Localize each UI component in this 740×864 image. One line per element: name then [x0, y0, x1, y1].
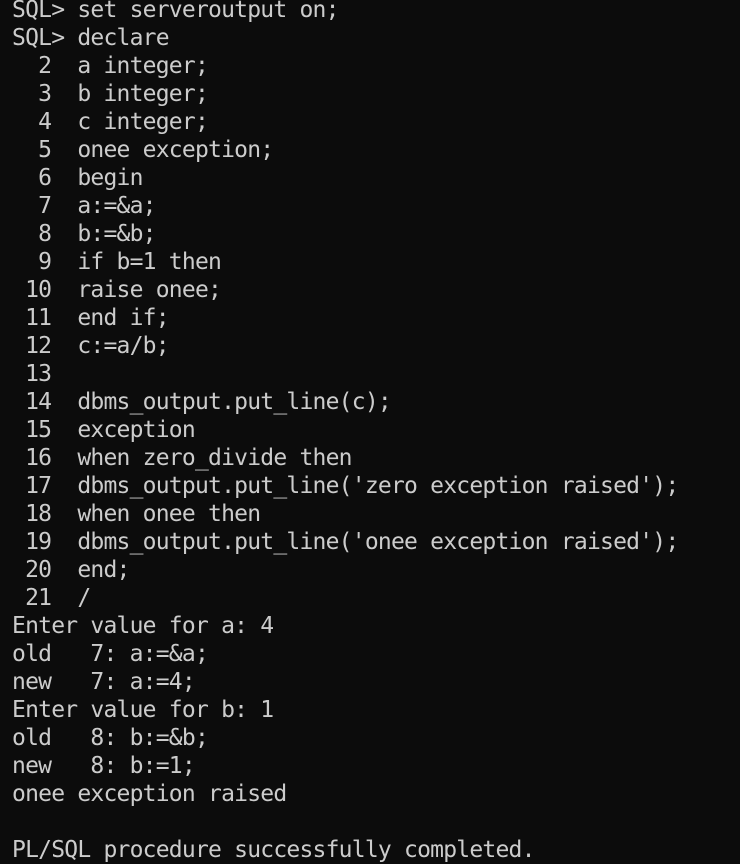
- terminal-line: 15 exception: [12, 417, 196, 443]
- terminal-line: new 8: b:=1;: [12, 753, 196, 779]
- terminal-line: 13: [12, 361, 52, 387]
- terminal-line: 21 /: [12, 585, 91, 611]
- terminal-output: SQL> set serveroutput on; SQL> declare 2 …: [12, 0, 679, 864]
- terminal-line: old 8: b:=&b;: [12, 725, 209, 751]
- terminal-line: 5 onee exception;: [12, 137, 274, 163]
- terminal-line: 11 end if;: [12, 305, 170, 331]
- terminal-line: 8 b:=&b;: [12, 221, 156, 247]
- terminal-line: Enter value for a: 4: [12, 613, 274, 639]
- terminal-line: SQL> set serveroutput on;: [12, 0, 339, 23]
- terminal-line: 14 dbms_output.put_line(c);: [12, 389, 392, 415]
- terminal-line: 20 end;: [12, 557, 130, 583]
- terminal-window[interactable]: SQL> set serveroutput on; SQL> declare 2 …: [0, 0, 740, 864]
- terminal-line: 16 when zero_divide then: [12, 445, 352, 471]
- terminal-line: old 7: a:=&a;: [12, 641, 209, 667]
- terminal-line: 2 a integer;: [12, 53, 209, 79]
- terminal-line: 4 c integer;: [12, 109, 209, 135]
- terminal-line: PL/SQL procedure successfully completed.: [12, 837, 535, 863]
- terminal-line: 7 a:=&a;: [12, 193, 156, 219]
- terminal-line: 17 dbms_output.put_line('zero exception …: [12, 473, 679, 499]
- terminal-line: 18 when onee then: [12, 501, 261, 527]
- terminal-line: new 7: a:=4;: [12, 669, 196, 695]
- terminal-line: onee exception raised: [12, 781, 287, 807]
- terminal-line: 6 begin: [12, 165, 143, 191]
- terminal-line: 3 b integer;: [12, 81, 209, 107]
- terminal-line: Enter value for b: 1: [12, 697, 274, 723]
- terminal-line: 10 raise onee;: [12, 277, 222, 303]
- terminal-line: 9 if b=1 then: [12, 249, 222, 275]
- terminal-line: 19 dbms_output.put_line('onee exception …: [12, 529, 679, 555]
- terminal-line: 12 c:=a/b;: [12, 333, 170, 359]
- terminal-line: SQL> declare: [12, 25, 170, 51]
